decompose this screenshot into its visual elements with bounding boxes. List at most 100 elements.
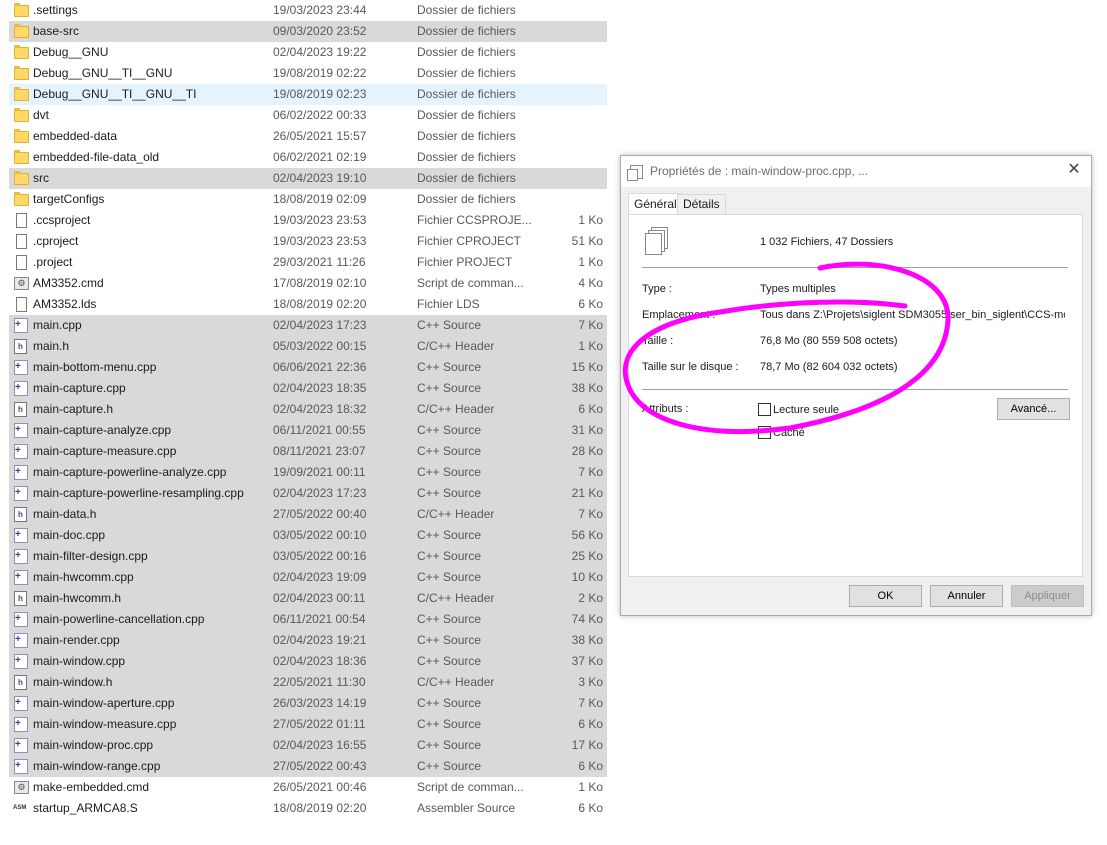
cpp-file-icon: + (13, 717, 29, 732)
file-row[interactable]: ⚙ make-embedded.cmd 26/05/2021 00:46 Script… (9, 777, 607, 798)
file-name: main-filter-design.cpp (33, 549, 148, 563)
script-file-icon: ⚙ (13, 780, 29, 795)
file-type: C++ Source (417, 318, 482, 332)
file-row[interactable]: .project 29/03/2021 11:26 Fichier PROJECT 1… (9, 252, 607, 273)
header-file-icon: h (13, 675, 29, 690)
file-type: Dossier de fichiers (417, 192, 516, 206)
tab-general[interactable]: Général (628, 193, 683, 215)
file-name: embedded-file-data_old (33, 150, 160, 164)
folder-icon (13, 171, 29, 186)
file-row[interactable]: embedded-file-data_old 06/02/2021 02:19 Do… (9, 147, 607, 168)
file-row[interactable]: AM3352.lds 18/08/2019 02:20 Fichier LDS 6 K… (9, 294, 607, 315)
cpp-file-icon: + (13, 423, 29, 438)
file-row[interactable]: h main-capture.h 02/04/2023 18:32 C/C++ Hea… (9, 399, 607, 420)
file-row[interactable]: Debug__GNU 02/04/2023 19:22 Dossier de fic… (9, 42, 607, 63)
file-row[interactable]: + main-capture-measure.cpp 08/11/2021 23:0… (9, 441, 607, 462)
file-size: 28 Ko (571, 444, 603, 458)
file-row[interactable]: h main-data.h 27/05/2022 00:40 C/C++ Header… (9, 504, 607, 525)
file-row[interactable]: Debug__GNU__TI__GNU 19/08/2019 02:22 Dossi… (9, 63, 607, 84)
ok-button[interactable]: OK (849, 585, 922, 607)
file-row[interactable]: src 02/04/2023 19:10 Dossier de fichiers (9, 168, 607, 189)
file-name: main-hwcomm.h (33, 591, 122, 605)
file-name: .settings (33, 3, 78, 17)
file-row[interactable]: targetConfigs 18/08/2019 02:09 Dossier de … (9, 189, 607, 210)
file-row[interactable]: + main-powerline-cancellation.cpp 06/11/20… (9, 609, 607, 630)
file-type: C++ Source (417, 696, 482, 710)
file-name: Debug__GNU (33, 45, 109, 59)
file-type: C/C++ Header (417, 591, 495, 605)
cpp-file-icon: + (13, 528, 29, 543)
file-row[interactable]: ASM startup_ARMCA8.S 18/08/2019 02:20 Assem… (9, 798, 607, 819)
file-row[interactable]: + main-capture-analyze.cpp 06/11/2021 00:5… (9, 420, 607, 441)
file-type: Assembler Source (417, 801, 516, 815)
file-type: Fichier LDS (417, 297, 480, 311)
tab-details[interactable]: Détails (677, 194, 726, 214)
advanced-button[interactable]: Avancé... (997, 398, 1070, 420)
file-row[interactable]: + main-capture-powerline-analyze.cpp 19/09… (9, 462, 607, 483)
file-type: Dossier de fichiers (417, 45, 516, 59)
size-label: Taille : (642, 335, 674, 347)
file-date: 18/08/2019 02:20 (273, 297, 367, 311)
file-date: 02/04/2023 19:10 (273, 171, 367, 185)
file-row[interactable]: .ccsproject 19/03/2023 23:53 Fichier CCSPR… (9, 210, 607, 231)
file-row[interactable]: + main-filter-design.cpp 03/05/2022 00:16 C… (9, 546, 607, 567)
file-row[interactable]: embedded-data 26/05/2021 15:57 Dossier de … (9, 126, 607, 147)
file-type: C++ Source (417, 486, 482, 500)
file-date: 18/08/2019 02:20 (273, 801, 367, 815)
folder-icon (13, 87, 29, 102)
file-row[interactable]: ⚙ AM3352.cmd 17/08/2019 02:10 Script de com… (9, 273, 607, 294)
file-date: 08/11/2021 23:07 (273, 444, 366, 458)
file-size: 1 Ko (578, 339, 603, 353)
file-date: 26/05/2021 00:46 (273, 780, 367, 794)
file-name: startup_ARMCA8.S (33, 801, 138, 815)
apply-button[interactable]: Appliquer (1011, 585, 1084, 607)
file-name: src (33, 171, 49, 185)
file-row[interactable]: + main-doc.cpp 03/05/2022 00:10 C++ Source 5… (9, 525, 607, 546)
file-date: 05/03/2022 00:15 (273, 339, 367, 353)
header-file-icon: h (13, 339, 29, 354)
file-type: Fichier PROJECT (417, 255, 513, 269)
file-row[interactable]: h main.h 05/03/2022 00:15 C/C++ Header 1 Ko (9, 336, 607, 357)
file-row[interactable]: h main-hwcomm.h 02/04/2023 00:11 C/C++ Head… (9, 588, 607, 609)
file-row[interactable]: + main-window-measure.cpp 27/05/2022 01:11… (9, 714, 607, 735)
file-row[interactable]: + main-window-proc.cpp 02/04/2023 16:55 C++… (9, 735, 607, 756)
readonly-checkbox[interactable] (758, 403, 771, 416)
file-type: C++ Source (417, 444, 482, 458)
file-row[interactable]: Debug__GNU__TI__GNU__TI 19/08/2019 02:23 D… (9, 84, 607, 105)
file-name: AM3352.cmd (33, 276, 104, 290)
file-row[interactable]: + main-bottom-menu.cpp 06/06/2021 22:36 C++… (9, 357, 607, 378)
file-date: 06/06/2021 22:36 (273, 360, 367, 374)
file-size: 2 Ko (578, 591, 603, 605)
file-row[interactable]: .cproject 19/03/2023 23:53 Fichier CPROJEC… (9, 231, 607, 252)
file-row[interactable]: + main-window-aperture.cpp 26/03/2023 14:1… (9, 693, 607, 714)
file-type: Dossier de fichiers (417, 108, 516, 122)
dialog-titlebar[interactable]: Propriétés de : main-window-proc.cpp, ..… (621, 156, 1091, 187)
cpp-file-icon: + (13, 738, 29, 753)
file-row[interactable]: + main-render.cpp 02/04/2023 19:21 C++ Sour… (9, 630, 607, 651)
cpp-file-icon: + (13, 381, 29, 396)
file-row[interactable]: dvt 06/02/2022 00:33 Dossier de fichiers (9, 105, 607, 126)
file-row[interactable]: + main-capture-powerline-resampling.cpp 02… (9, 483, 607, 504)
file-row[interactable]: + main.cpp 02/04/2023 17:23 C++ Source 7 Ko (9, 315, 607, 336)
file-type: Script de comman... (417, 780, 524, 794)
file-date: 27/05/2022 01:11 (273, 717, 366, 731)
file-type: Script de comman... (417, 276, 524, 290)
file-row[interactable]: h main-window.h 22/05/2021 11:30 C/C++ Head… (9, 672, 607, 693)
file-row[interactable]: .settings 19/03/2023 23:44 Dossier de fich… (9, 0, 607, 21)
cancel-button[interactable]: Annuler (930, 585, 1003, 607)
file-type: C++ Source (417, 381, 482, 395)
file-row[interactable]: + main-window-range.cpp 27/05/2022 00:43 C+… (9, 756, 607, 777)
hidden-checkbox[interactable] (758, 426, 771, 439)
file-date: 06/11/2021 00:55 (273, 423, 366, 437)
disk-size-label: Taille sur le disque : (642, 361, 739, 373)
file-type: Dossier de fichiers (417, 129, 516, 143)
file-row[interactable]: + main-hwcomm.cpp 02/04/2023 19:09 C++ Sour… (9, 567, 607, 588)
file-row[interactable]: + main-window.cpp 02/04/2023 18:36 C++ Sour… (9, 651, 607, 672)
file-row[interactable]: base-src 09/03/2020 23:52 Dossier de fichi… (9, 21, 607, 42)
file-type: C++ Source (417, 759, 482, 773)
close-icon[interactable]: ✕ (1065, 161, 1083, 179)
file-date: 19/03/2023 23:44 (273, 3, 367, 17)
file-row[interactable]: + main-capture.cpp 02/04/2023 18:35 C++ Sou… (9, 378, 607, 399)
file-date: 19/03/2023 23:53 (273, 213, 367, 227)
file-date: 02/04/2023 17:23 (273, 486, 367, 500)
